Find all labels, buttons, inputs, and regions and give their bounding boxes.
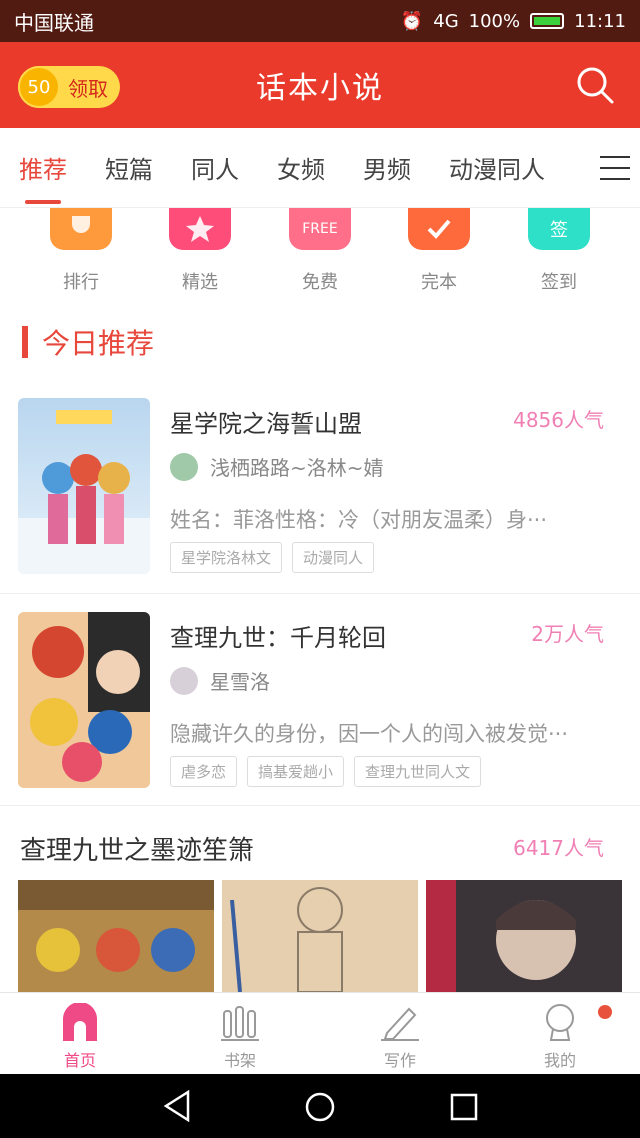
book-tags: 虐多恋 搞基爱趟小 查理九世同人文 [170, 756, 482, 787]
book-item[interactable]: 星学院之海誓山盟 4856人气 浅栖路路~洛林~婧 姓名：菲洛性格：冷（对朋友温… [0, 398, 640, 594]
thumbnail-art-icon [426, 880, 576, 992]
free-badge-text: FREE [302, 221, 338, 237]
section-title: 今日推荐 [42, 327, 155, 360]
system-navigation-bar [0, 1074, 640, 1138]
bookshelf-icon [221, 1006, 259, 1041]
author-name: 浅栖路路~洛林~婧 [210, 456, 384, 480]
battery-icon [530, 13, 565, 29]
book-cover [18, 398, 150, 574]
book-tag[interactable]: 星学院洛林文 [170, 542, 283, 573]
nav-profile[interactable]: 我的 [520, 1003, 600, 1071]
tab-female[interactable]: 女频 [277, 128, 325, 208]
status-bar: 中国联通 ⏰ 4G 100% 11:11 [0, 0, 640, 42]
nav-write[interactable]: 写作 [360, 1003, 440, 1071]
tab-recommend[interactable]: 推荐 [19, 128, 67, 208]
quick-link-completed[interactable]: 完本 [399, 208, 479, 294]
book-tag[interactable]: 虐多恋 [170, 756, 238, 787]
author-row[interactable]: 星雪洛 [170, 666, 270, 695]
home-circle-icon[interactable] [304, 1091, 336, 1123]
book-description: 姓名：菲洛性格：冷（对朋友温柔）身··· [170, 508, 548, 532]
book-tag[interactable]: 搞基爱趟小 [247, 756, 345, 787]
collection-title[interactable]: 查理九世之墨迹笙箫 [20, 830, 254, 867]
quick-link-free[interactable]: FREE 免费 [280, 208, 360, 294]
avatar [170, 452, 198, 481]
collection-thumbnail[interactable] [426, 880, 622, 992]
nav-label: 书架 [223, 1051, 256, 1070]
section-header: 今日推荐 [22, 322, 154, 362]
notification-dot-icon [598, 1005, 612, 1019]
collection-thumbnail[interactable] [18, 880, 214, 992]
tab-male[interactable]: 男频 [363, 128, 411, 208]
free-icon: FREE [289, 208, 351, 250]
nav-bookshelf[interactable]: 书架 [200, 1003, 280, 1071]
signal-label: 4G [433, 10, 459, 32]
app-header: 50 领取 话本小说 [0, 42, 640, 128]
home-icon [63, 1003, 97, 1041]
collection-popularity: 6417人气 [513, 836, 604, 860]
sign-in-badge-text: 签 [550, 220, 568, 241]
profile-icon [546, 1004, 574, 1041]
bottom-nav: 首页 书架 写作 我的 [0, 992, 640, 1074]
book-description: 隐藏许久的身份，因一个人的闯入被发觉··· [170, 722, 569, 746]
nav-home[interactable]: 首页 [40, 1003, 120, 1071]
check-icon [408, 208, 470, 250]
book-popularity: 2万人气 [531, 622, 604, 646]
app-title: 话本小说 [256, 71, 384, 106]
tab-short[interactable]: 短篇 [105, 128, 153, 208]
category-tabs: 推荐 短篇 同人 女频 男频 动漫同人 [0, 128, 640, 208]
recents-icon[interactable] [450, 1093, 478, 1121]
quick-link-featured[interactable]: 精选 [160, 208, 240, 294]
search-button[interactable] [574, 64, 616, 106]
quick-links: 排行 精选 FREE 免费 完本 签 签到 [0, 208, 640, 300]
book-tag[interactable]: 动漫同人 [292, 542, 375, 573]
section-accent-bar [22, 326, 28, 358]
alarm-icon: ⏰ [400, 10, 424, 32]
sign-in-icon: 签 [528, 208, 590, 250]
book-popularity: 4856人气 [513, 408, 604, 432]
clock-label: 11:11 [574, 10, 626, 32]
battery-label: 100% [468, 10, 521, 32]
quick-link-label: 精选 [182, 272, 218, 293]
cover-art-icon [30, 612, 150, 782]
nav-label: 首页 [63, 1051, 96, 1070]
quick-link-label: 排行 [63, 272, 99, 293]
carrier-label: 中国联通 [14, 10, 94, 35]
back-icon[interactable] [162, 1090, 192, 1122]
nav-label: 写作 [383, 1051, 416, 1070]
book-tags: 星学院洛林文 动漫同人 [170, 542, 375, 573]
tab-anime-fanfic[interactable]: 动漫同人 [449, 128, 545, 208]
coin-icon: 50 [18, 66, 60, 108]
quick-link-ranking[interactable]: 排行 [41, 208, 121, 294]
coin-claim-button[interactable]: 50 领取 [18, 66, 120, 108]
book-tag[interactable]: 查理九世同人文 [354, 756, 482, 787]
claim-label: 领取 [68, 76, 108, 101]
thumbnail-art-icon [230, 887, 343, 992]
quick-link-label: 免费 [302, 272, 338, 293]
quick-link-sign-in[interactable]: 签 签到 [519, 208, 599, 294]
author-row[interactable]: 浅栖路路~洛林~婧 [170, 452, 384, 481]
book-title: 星学院之海誓山盟 [170, 410, 362, 438]
menu-icon[interactable] [600, 156, 630, 180]
collection-thumbnail[interactable] [222, 880, 418, 992]
book-cover [18, 612, 150, 788]
quick-link-label: 完本 [421, 272, 457, 293]
tab-fanfic[interactable]: 同人 [191, 128, 239, 208]
author-name: 星雪洛 [210, 670, 270, 694]
cover-art-icon [18, 410, 150, 574]
nav-label: 我的 [543, 1051, 576, 1070]
thumbnail-art-icon [18, 880, 214, 972]
star-icon [169, 208, 231, 250]
search-icon [577, 67, 614, 104]
avatar [170, 666, 198, 695]
book-title: 查理九世：千月轮回 [170, 624, 386, 652]
trophy-icon [50, 208, 112, 250]
quick-link-label: 签到 [541, 272, 577, 293]
write-icon [381, 1007, 419, 1041]
book-item[interactable]: 查理九世：千月轮回 2万人气 星雪洛 隐藏许久的身份，因一个人的闯入被发觉···… [0, 612, 640, 806]
